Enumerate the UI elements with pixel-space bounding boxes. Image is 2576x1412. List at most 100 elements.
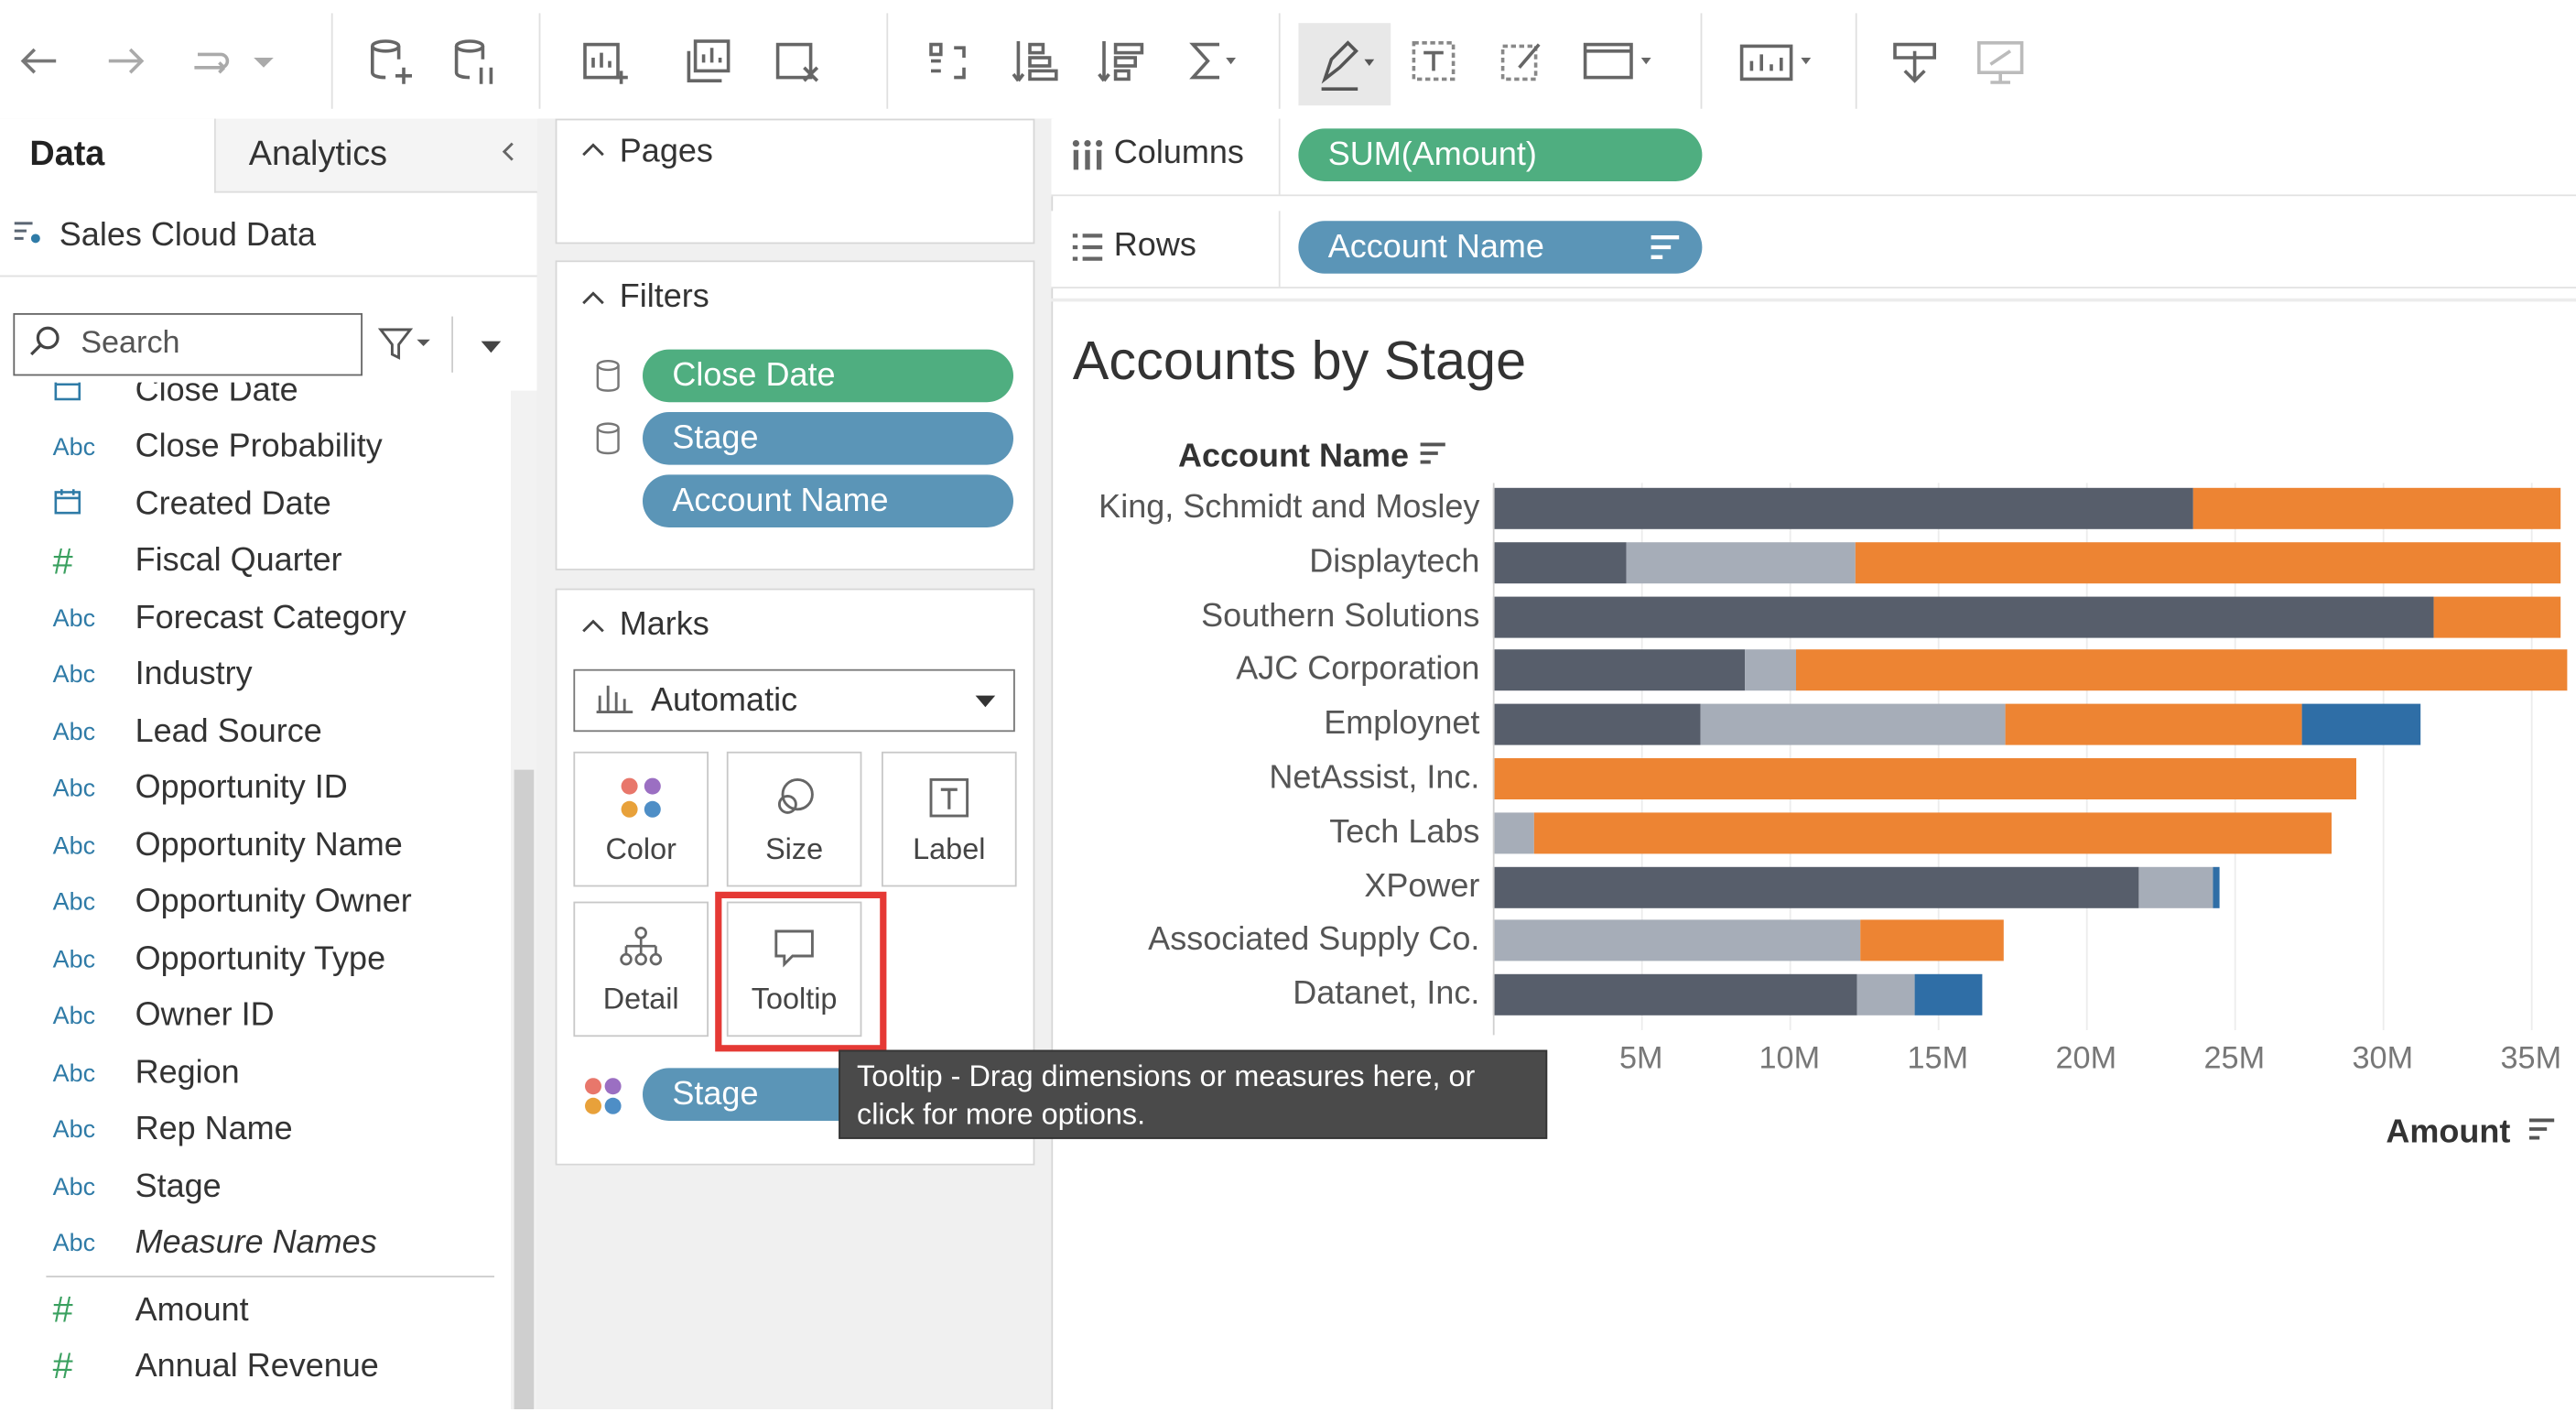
row-label[interactable]: Associated Supply Co. [1148, 918, 1479, 961]
field-item[interactable]: Abc Lead Source [0, 704, 494, 760]
field-name: Stage [135, 1168, 222, 1204]
filter-pill-stage[interactable]: Stage [643, 412, 1013, 465]
label-button[interactable]: Label [882, 751, 1017, 887]
filter-pill-account-name[interactable]: Account Name [643, 474, 1013, 527]
collapse-chevron-icon[interactable] [496, 136, 523, 175]
bar-segment[interactable] [1492, 758, 2356, 799]
row-label[interactable]: King, Schmidt and Mosley [1099, 486, 1479, 529]
x-axis-title-label: Amount [2386, 1113, 2511, 1151]
chevron-down-icon[interactable] [244, 23, 283, 99]
bar-segment[interactable] [1626, 541, 1856, 583]
bar-segment[interactable] [1492, 703, 1701, 745]
row-label[interactable]: XPower [1364, 864, 1479, 907]
bar-segment[interactable] [1795, 649, 2567, 691]
row-label[interactable]: Datanet, Inc. [1293, 972, 1479, 1016]
field-item[interactable]: Abc Forecast Category [0, 590, 494, 646]
bar-segment[interactable] [1492, 649, 1746, 691]
field-item[interactable]: Abc Region [0, 1045, 494, 1101]
string-field-icon: Abc [52, 775, 96, 803]
field-item[interactable]: Close Date [0, 382, 494, 419]
bar-segment[interactable] [1492, 866, 2140, 908]
search-input[interactable]: Search [13, 313, 363, 376]
caret-up-icon[interactable] [580, 136, 607, 171]
measure-item[interactable]: # Annual Revenue [0, 1339, 494, 1395]
bar-segment[interactable] [1857, 974, 1914, 1016]
row-label[interactable]: NetAssist, Inc. [1269, 756, 1479, 799]
sort-descending-icon[interactable] [2527, 1114, 2556, 1152]
field-item[interactable]: Abc Stage [0, 1158, 494, 1214]
size-button-label: Size [765, 831, 824, 865]
bar-segment[interactable] [1745, 649, 1796, 691]
caret-up-icon[interactable] [580, 614, 607, 648]
tab-analytics[interactable]: Analytics [214, 118, 539, 193]
marks-title: Marks [619, 606, 709, 643]
row-label[interactable]: Southern Solutions [1201, 594, 1479, 637]
string-field-icon: Abc [52, 433, 96, 462]
string-field-icon: Abc [52, 831, 96, 860]
field-item[interactable]: Abc Opportunity Type [0, 931, 494, 987]
new-datasource-icon[interactable] [354, 23, 427, 99]
scrollbar-track[interactable] [511, 390, 537, 1409]
bar-segment[interactable] [1492, 541, 1627, 583]
bar-segment[interactable] [1492, 595, 2433, 637]
field-item[interactable]: Abc Measure Names [0, 1216, 494, 1272]
x-axis-title[interactable]: Amount [2386, 1114, 2556, 1152]
clear-sheet-icon[interactable] [762, 23, 834, 99]
row-label[interactable]: Tech Labs [1329, 810, 1479, 853]
swap-rows-columns-icon[interactable] [911, 23, 983, 99]
bar-segment[interactable] [2432, 595, 2561, 637]
field-item[interactable]: Abc Opportunity ID [0, 761, 494, 817]
filter-pill-close-date[interactable]: Close Date [643, 349, 1013, 403]
string-field-icon: Abc [52, 1172, 96, 1201]
string-field-icon: Abc [52, 1059, 96, 1088]
row-label[interactable]: Employnet [1324, 702, 1479, 745]
bar-segment[interactable] [2139, 866, 2214, 908]
field-name: Forecast Category [135, 599, 406, 635]
new-worksheet-icon[interactable] [568, 23, 641, 99]
bar-segment[interactable] [1534, 812, 2332, 854]
detail-button[interactable]: Detail [573, 901, 709, 1037]
forward-icon[interactable] [89, 23, 161, 99]
back-icon[interactable] [4, 23, 76, 99]
redo-icon[interactable] [175, 23, 247, 99]
tab-data[interactable]: Data [0, 119, 214, 193]
bar-segment[interactable] [2006, 703, 2303, 745]
scrollbar-thumb[interactable] [514, 769, 535, 1409]
size-button[interactable]: Size [726, 751, 862, 887]
datasource-item[interactable]: Sales Cloud Data [10, 214, 316, 259]
color-button[interactable]: Color [573, 751, 709, 887]
field-item[interactable]: Abc Owner ID [0, 988, 494, 1044]
plot-area [1492, 0, 2576, 1409]
filter-pill-label: Account Name [672, 482, 889, 519]
search-icon [15, 322, 81, 367]
field-item[interactable]: Abc Rep Name [0, 1102, 494, 1157]
field-item[interactable]: Abc Opportunity Owner [0, 874, 494, 930]
bar-segment[interactable] [1860, 920, 2004, 962]
duplicate-sheet-icon[interactable] [672, 23, 744, 99]
field-item[interactable]: Abc Opportunity Name [0, 818, 494, 874]
row-label[interactable]: AJC Corporation [1236, 648, 1479, 691]
field-name: Opportunity Type [135, 940, 386, 977]
bar-segment[interactable] [2213, 866, 2220, 908]
bar-segment[interactable] [1913, 974, 1983, 1016]
pane-menu-chevron-icon[interactable] [474, 330, 507, 371]
bar-segment[interactable] [2192, 487, 2561, 529]
row-label[interactable]: Displaytech [1309, 540, 1479, 583]
bar-segment[interactable] [2302, 703, 2421, 745]
field-item[interactable]: Created Date [0, 476, 494, 532]
bar-segment[interactable] [1855, 541, 2561, 583]
filter-fields-icon[interactable] [375, 323, 435, 375]
bar-segment[interactable] [1700, 703, 2007, 745]
bar-segment[interactable] [1492, 812, 1535, 854]
highlight-box [715, 891, 887, 1052]
field-item[interactable]: Abc Close Probability [0, 419, 494, 475]
measure-item[interactable]: # Amount [0, 1282, 494, 1338]
pause-datasource-icon[interactable] [438, 23, 511, 99]
mark-type-select[interactable]: Automatic [573, 668, 1015, 733]
field-item[interactable]: # Fiscal Quarter [0, 533, 494, 589]
bar-segment[interactable] [1492, 920, 1861, 962]
bar-segment[interactable] [1492, 487, 2193, 529]
bar-segment[interactable] [1492, 974, 1858, 1016]
caret-up-icon[interactable] [580, 285, 607, 320]
field-item[interactable]: Abc Industry [0, 647, 494, 703]
